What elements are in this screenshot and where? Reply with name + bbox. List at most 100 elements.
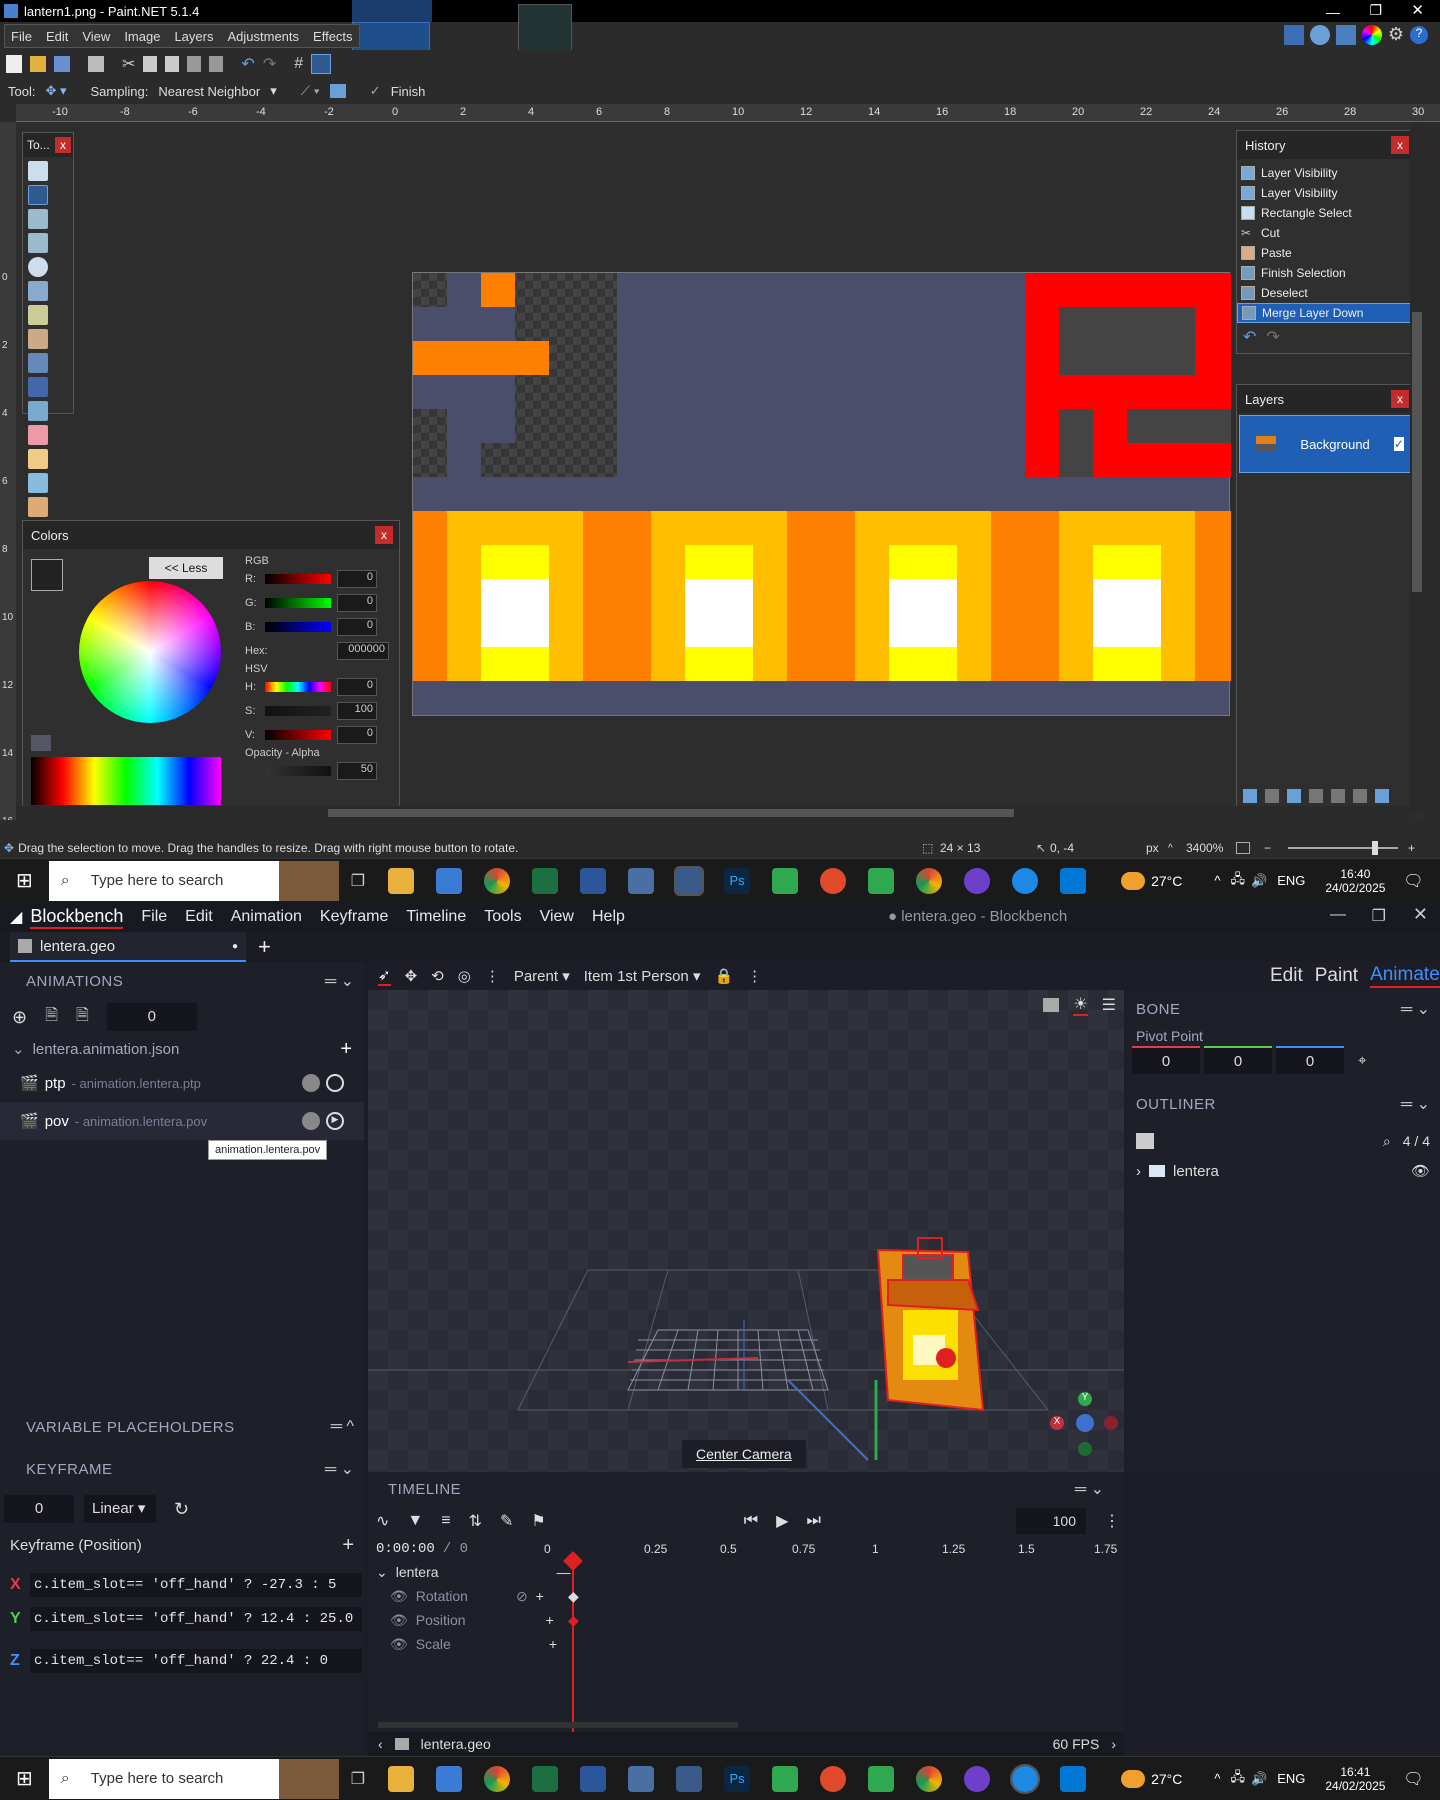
more-icon[interactable]: ⋮ (485, 967, 500, 985)
keyframe-time-input[interactable]: 0 (4, 1495, 74, 1523)
outliner-item-lentera[interactable]: › lentera 👁 (1126, 1156, 1440, 1186)
blue-slider[interactable] (265, 622, 331, 632)
skip-start-icon[interactable]: ⏮ (744, 1512, 758, 1530)
eye-icon[interactable]: 👁 (390, 1612, 408, 1629)
lock-icon[interactable]: 🔒 (714, 967, 733, 985)
menu-file[interactable]: File (11, 29, 32, 44)
layer-item-background[interactable]: Background ✓ (1239, 415, 1413, 473)
file-explorer-icon[interactable] (388, 1765, 415, 1792)
resize-tool-icon[interactable]: ✥ (405, 967, 418, 985)
delete-layer-icon[interactable] (1265, 789, 1279, 803)
axis-z-expression[interactable]: c.item_slot== 'off_hand' ? 22.4 : 0 (30, 1649, 362, 1673)
more-icon[interactable]: ⋮ (1104, 1511, 1120, 1531)
history-item-selected[interactable]: Merge Layer Down (1237, 303, 1415, 323)
move-tool-icon[interactable]: ➶ (378, 966, 391, 986)
channel-scale-row[interactable]: 👁 Scale + (368, 1632, 1124, 1656)
eraser-icon[interactable] (28, 425, 48, 445)
volume-icon[interactable]: 🔊 (1251, 873, 1267, 889)
colors-window-icon[interactable] (1361, 24, 1382, 45)
move-down-icon[interactable] (1353, 789, 1367, 803)
menu-effects[interactable]: Effects (313, 29, 353, 44)
vscode-icon[interactable] (1060, 1765, 1087, 1792)
green-slider[interactable] (265, 598, 331, 608)
axis-x-expression[interactable]: c.item_slot== 'off_hand' ? -27.3 : 5 (30, 1573, 362, 1597)
animation-file-row[interactable]: ⌄ lentera.animation.json + (0, 1034, 364, 1064)
finish-check-icon[interactable]: ✓ (370, 83, 381, 99)
panel-menu-icon[interactable]: ═ ⌄ (325, 971, 354, 991)
language-indicator[interactable]: ENG (1277, 873, 1305, 888)
unit-dropdown[interactable]: px (1146, 841, 1159, 855)
undo-icon[interactable]: ↶ (241, 54, 254, 74)
move-selected-icon[interactable] (28, 233, 48, 253)
tray-chevron-icon[interactable]: ^ (1214, 1771, 1220, 1786)
duplicate-layer-icon[interactable] (1287, 789, 1301, 803)
taskbar-search[interactable]: ⌕ Type here to search (48, 860, 339, 901)
notifications-icon[interactable]: 🗨 (1403, 1769, 1423, 1789)
move-selection-tool-icon[interactable]: ✥ ▾ (45, 83, 66, 99)
import-animation-icon[interactable]: 🗎 (45, 1004, 58, 1031)
value-input[interactable]: 0 (337, 726, 377, 744)
github-desktop-icon[interactable] (964, 867, 991, 894)
mode-animate[interactable]: Animate (1370, 964, 1440, 988)
history-item[interactable]: Layer Visibility (1237, 183, 1415, 203)
pan-icon[interactable] (28, 329, 48, 349)
image-tab-thumb[interactable] (352, 0, 432, 22)
axis-gizmo[interactable]: Y X (1050, 1392, 1120, 1462)
animation-item-pov[interactable]: 🎬 pov - animation.lentera.pov ▶ (0, 1102, 364, 1140)
horizontal-scrollbar[interactable] (16, 806, 1410, 820)
add-color-icon[interactable] (31, 735, 51, 751)
zoom-out-icon[interactable]: − (1264, 841, 1271, 855)
calculator-icon[interactable] (628, 1765, 655, 1792)
wps-icon[interactable] (820, 1765, 847, 1792)
rectangle-select-icon[interactable] (28, 161, 48, 181)
add-data-point-icon[interactable]: + (342, 1534, 354, 1557)
excel-icon[interactable] (532, 1765, 559, 1792)
less-button[interactable]: << Less (149, 557, 223, 579)
vertical-scrollbar[interactable] (1410, 122, 1424, 812)
app-green-icon[interactable] (772, 867, 799, 894)
paintnet-taskbar-icon[interactable] (676, 1765, 703, 1792)
sort-icon[interactable]: ⇅ (469, 1511, 482, 1531)
keyframe-diamond-icon[interactable]: ◆ (568, 1612, 579, 1629)
gizmo-x-icon[interactable]: X (1050, 1416, 1064, 1430)
blockbench-taskbar-icon[interactable] (1010, 1763, 1041, 1794)
history-window-icon[interactable] (1309, 24, 1330, 45)
app-green-icon-2[interactable] (868, 1765, 895, 1792)
tab-lentera-geo[interactable]: lentera.geo ● (10, 932, 246, 962)
menu-edit[interactable]: Edit (185, 908, 213, 926)
pivot-x-input[interactable]: 0 (1132, 1046, 1200, 1074)
history-item[interactable]: ✂ Cut (1237, 223, 1415, 243)
task-view-icon[interactable]: ❐ (351, 871, 365, 891)
vscode-icon[interactable] (1060, 867, 1087, 894)
filter-icon[interactable]: ▼ (407, 1512, 423, 1530)
hue-slider[interactable] (265, 682, 331, 692)
menu-tools[interactable]: Tools (484, 908, 521, 926)
close-layers-icon[interactable]: x (1391, 390, 1409, 408)
gizmo-z-icon[interactable] (1076, 1414, 1094, 1432)
zoom-fit-icon[interactable] (1236, 842, 1250, 854)
crop-icon[interactable] (187, 56, 202, 72)
menu-help[interactable]: Help (592, 908, 625, 926)
sampling-dropdown[interactable]: Nearest Neighbor (158, 84, 260, 99)
add-keyframe-icon[interactable]: + (549, 1636, 557, 1652)
gradient-icon[interactable] (28, 377, 48, 397)
unsaved-dot-icon[interactable]: ● (232, 941, 238, 952)
sat-slider[interactable] (265, 706, 331, 716)
animation-item-ptp[interactable]: 🎬 ptp - animation.lentera.ptp (0, 1064, 364, 1102)
open-icon[interactable] (30, 56, 46, 72)
check-circle-icon[interactable] (302, 1112, 320, 1130)
channels-icon[interactable]: ≡ (441, 1512, 450, 1530)
grid-icon[interactable]: # (294, 55, 303, 73)
tools-window-icon[interactable] (1283, 24, 1304, 45)
clock[interactable]: 16:41 24/02/2025 (1325, 1765, 1385, 1793)
wps-icon[interactable] (820, 867, 847, 894)
magic-wand-icon[interactable] (28, 305, 48, 325)
value-slider[interactable] (265, 730, 331, 740)
help-icon[interactable]: ? (1410, 25, 1428, 44)
rotate-tool-icon[interactable]: ⟲ (431, 967, 444, 985)
panel-menu-icon[interactable]: ═ ^ (331, 1418, 354, 1436)
panel-menu-icon[interactable]: ═ ⌄ (1401, 1094, 1430, 1114)
redo-icon[interactable]: ↷ (263, 54, 276, 74)
menu-adjustments[interactable]: Adjustments (227, 29, 299, 44)
windows-start-icon[interactable]: ⊞ (16, 1766, 33, 1791)
